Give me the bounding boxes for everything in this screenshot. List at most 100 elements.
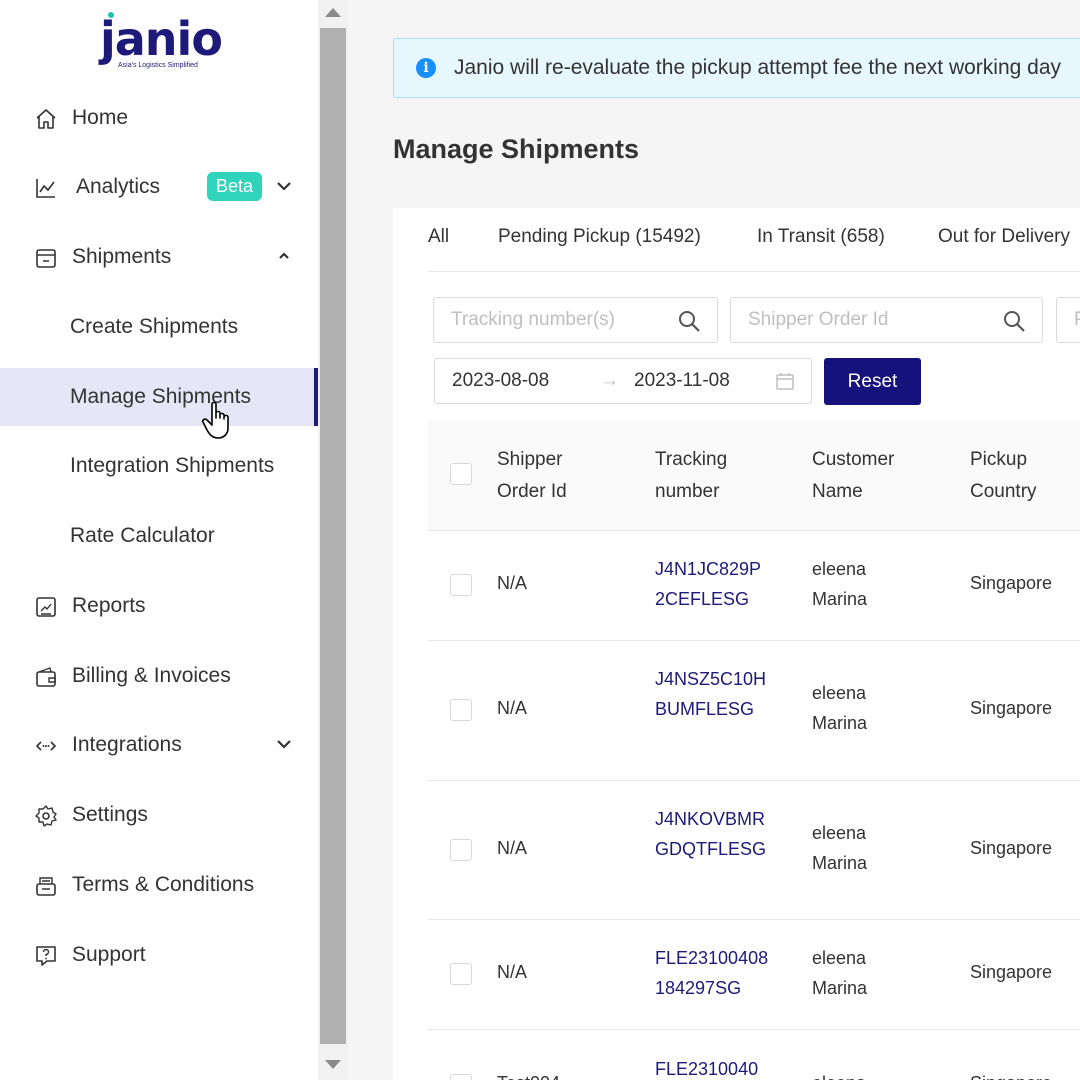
sidebar-item-home[interactable]: Home xyxy=(0,89,318,147)
chevron-up-icon[interactable] xyxy=(274,246,294,266)
row-checkbox[interactable] xyxy=(450,839,472,861)
info-banner: i Janio will re-evaluate the pickup atte… xyxy=(393,38,1080,98)
scroll-up-arrow-icon[interactable] xyxy=(325,8,341,17)
sidebar-item-label: Terms & Conditions xyxy=(72,873,255,896)
row-checkbox[interactable] xyxy=(450,699,472,721)
chevron-down-icon[interactable] xyxy=(274,176,294,196)
table-row[interactable]: N/A J4NSZ5C10HBUMFLESG eleena Marina Sin… xyxy=(428,641,1080,781)
sidebar-subitem-label: Rate Calculator xyxy=(70,524,215,547)
column-header-customer-name[interactable]: Customer Name xyxy=(812,444,912,508)
tracking-number-link[interactable]: J4N1JC829P2CEFLESG xyxy=(655,554,767,614)
sidebar-item-manage-shipments[interactable]: Manage Shipments xyxy=(0,368,318,426)
integrations-icon xyxy=(35,741,57,751)
tab-in-transit[interactable]: In Transit (658) xyxy=(757,226,885,248)
table-row[interactable]: N/A J4NKOVBMRGDQTFLESG eleena Marina Sin… xyxy=(428,781,1080,920)
sidebar-subitem-label: Integration Shipments xyxy=(70,454,275,477)
chevron-down-icon[interactable] xyxy=(274,734,294,754)
logo-dot xyxy=(108,12,114,18)
pickup-country-cell: Singapore xyxy=(970,1068,1052,1080)
sidebar-subitem-label: Create Shipments xyxy=(70,315,239,338)
row-checkbox[interactable] xyxy=(450,574,472,596)
sidebar-item-settings[interactable]: Settings xyxy=(0,786,318,844)
pickup-country-cell: Singapore xyxy=(970,698,1053,718)
table-row[interactable]: N/A FLE23100408184297SG eleena Marina Si… xyxy=(428,920,1080,1030)
arrow-right-icon: → xyxy=(600,370,619,391)
tab-out-for-delivery[interactable]: Out for Delivery xyxy=(938,226,1070,248)
order-id-cell: N/A xyxy=(497,698,528,718)
tracking-number-link[interactable]: J4NSZ5C10HBUMFLESG xyxy=(655,664,767,724)
column-header-pickup-country[interactable]: Pickup Country xyxy=(970,444,1060,508)
date-from[interactable]: 2023-08-08 xyxy=(452,370,549,392)
table-row[interactable]: N/A J4N1JC829P2CEFLESG eleena Marina Sin… xyxy=(428,531,1080,641)
order-id-cell: N/A xyxy=(497,573,528,593)
gear-icon xyxy=(35,805,57,827)
sidebar-item-support[interactable]: Support xyxy=(0,926,318,984)
search-icon[interactable] xyxy=(1002,309,1026,333)
sidebar-item-label: Integrations xyxy=(72,733,182,756)
tracking-number-link[interactable]: FLE2310040 xyxy=(655,1054,767,1080)
logo-tagline: Asia's Logistics Simplified xyxy=(118,62,198,69)
search-icon[interactable] xyxy=(677,309,701,333)
tab-all[interactable]: All xyxy=(428,226,449,248)
shipper-order-id-placeholder: Shipper Order Id xyxy=(748,309,889,330)
banner-text: Janio will re-evaluate the pickup attemp… xyxy=(454,56,1062,79)
sidebar-item-label: Shipments xyxy=(72,245,172,268)
third-filter-input[interactable]: P xyxy=(1056,297,1080,343)
tab-pending-pickup[interactable]: Pending Pickup (15492) xyxy=(498,226,701,248)
reset-button[interactable]: Reset xyxy=(824,358,921,405)
sidebar-item-create-shipments[interactable]: Create Shipments xyxy=(0,298,318,356)
row-checkbox[interactable] xyxy=(450,963,472,985)
sidebar-item-label: Billing & Invoices xyxy=(72,664,231,687)
tracking-number-link[interactable]: J4NKOVBMRGDQTFLESG xyxy=(655,804,767,864)
sidebar-item-rate-calculator[interactable]: Rate Calculator xyxy=(0,507,318,565)
wallet-icon xyxy=(36,667,56,687)
shipper-order-id-input[interactable]: Shipper Order Id xyxy=(730,297,1043,343)
sidebar: janio Asia's Logistics Simplified Home A… xyxy=(0,0,318,1080)
customer-name-cell: eleena Marina xyxy=(812,559,868,609)
sidebar-item-reports[interactable]: Reports xyxy=(0,577,318,635)
sidebar-item-integrations[interactable]: Integrations xyxy=(0,716,318,774)
tracking-number-placeholder: Tracking number(s) xyxy=(451,309,616,330)
shipments-icon xyxy=(36,249,56,268)
row-checkbox[interactable] xyxy=(450,1074,472,1080)
logo-wordmark: janio xyxy=(100,12,223,66)
scrollbar-thumb[interactable] xyxy=(320,28,346,1044)
table-row[interactable]: Test004 FLE2310040 eleena Singapore xyxy=(428,1030,1080,1080)
scroll-down-arrow-icon[interactable] xyxy=(325,1060,341,1069)
customer-name-cell: eleena Marina xyxy=(812,823,868,873)
tracking-number-input[interactable]: Tracking number(s) xyxy=(433,297,718,343)
support-icon xyxy=(36,946,56,966)
sidebar-item-label: Reports xyxy=(72,594,146,617)
beta-badge: Beta xyxy=(207,172,263,201)
column-header-tracking-number[interactable]: Tracking number xyxy=(655,444,755,508)
sidebar-item-label: Settings xyxy=(72,803,148,826)
customer-name-cell: eleena Marina xyxy=(812,683,868,733)
date-range-picker[interactable]: 2023-08-08 → 2023-11-08 xyxy=(434,358,812,404)
sidebar-item-analytics[interactable]: Analytics Beta xyxy=(0,158,318,216)
pickup-country-cell: Singapore xyxy=(970,838,1053,858)
sidebar-item-billing[interactable]: Billing & Invoices xyxy=(0,647,318,705)
column-header-shipper-order-id[interactable]: Shipper Order Id xyxy=(497,444,607,508)
sidebar-item-shipments[interactable]: Shipments xyxy=(0,228,318,286)
calendar-icon[interactable] xyxy=(775,371,795,391)
info-icon: i xyxy=(416,58,436,78)
terms-icon xyxy=(36,877,56,896)
analytics-icon xyxy=(36,179,55,198)
pickup-country-cell: Singapore xyxy=(970,962,1053,982)
customer-name-cell: eleena Marina xyxy=(812,948,868,998)
page-title: Manage Shipments xyxy=(393,134,640,164)
sidebar-item-terms[interactable]: Terms & Conditions xyxy=(0,856,318,914)
customer-name-cell: eleena xyxy=(812,1068,892,1080)
sidebar-item-integration-shipments[interactable]: Integration Shipments xyxy=(0,437,318,495)
sidebar-item-label: Analytics xyxy=(76,175,161,198)
sidebar-item-label: Home xyxy=(72,106,129,129)
tracking-number-link[interactable]: FLE23100408184297SG xyxy=(655,943,773,1003)
reports-icon xyxy=(36,597,56,617)
home-icon xyxy=(36,109,56,129)
date-to[interactable]: 2023-11-08 xyxy=(634,370,730,392)
janio-logo[interactable]: janio Asia's Logistics Simplified xyxy=(100,12,223,72)
order-id-cell: N/A xyxy=(497,962,528,982)
order-id-cell: N/A xyxy=(497,838,528,858)
order-id-cell: Test004 xyxy=(497,1068,560,1080)
select-all-checkbox[interactable] xyxy=(450,463,472,485)
